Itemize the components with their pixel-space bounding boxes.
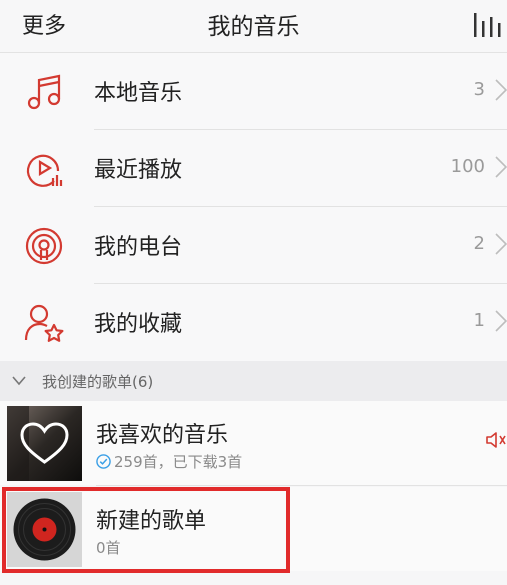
chevron-right-icon	[495, 79, 507, 101]
speaker-playing-icon	[486, 432, 506, 448]
recent-play-icon	[26, 154, 63, 187]
created-playlists-header[interactable]: 我创建的歌单(6)	[0, 361, 507, 401]
menu-item-label: 最近播放	[94, 158, 183, 183]
menu-item-recent-play[interactable]: 最近播放 100	[0, 130, 507, 207]
menu-item-label: 我的收藏	[94, 312, 183, 337]
menu-item-label: 我的电台	[94, 235, 183, 260]
chevron-right-icon	[495, 156, 507, 178]
chevron-right-icon	[495, 310, 507, 332]
divider	[96, 485, 507, 486]
highlight-box	[2, 487, 290, 573]
section-title: 我创建的歌单(6)	[42, 373, 154, 391]
menu-item-my-radio[interactable]: 我的电台 2	[0, 207, 507, 284]
menu-item-local-music[interactable]: 本地音乐 3	[0, 53, 507, 130]
playlist-name: 我喜欢的音乐	[96, 423, 229, 448]
menu-item-count: 100	[450, 156, 485, 177]
now-playing-bars-icon[interactable]	[472, 9, 506, 39]
menu-item-count: 3	[473, 79, 485, 100]
music-note-icon	[27, 74, 61, 110]
playlist-subtitle: 259首，已下载3首	[96, 451, 242, 472]
downloaded-check-icon	[96, 454, 111, 469]
playlist-track-info: 259首，已下载3首	[114, 453, 243, 471]
page-title: 我的音乐	[207, 14, 300, 40]
top-bar: 更多 我的音乐	[0, 0, 507, 53]
chevron-down-icon	[12, 376, 26, 386]
radio-podcast-icon	[25, 227, 63, 265]
menu-item-my-favorites[interactable]: 我的收藏 1	[0, 284, 507, 361]
my-music-menu: 本地音乐 3 最近播放 100 我的电台 2 我的收藏 1	[0, 53, 507, 361]
chevron-right-icon	[495, 233, 507, 255]
playlist-liked-music[interactable]: 我喜欢的音乐 259首，已下载3首	[0, 401, 507, 485]
heart-cover-icon	[7, 406, 82, 481]
menu-item-count: 2	[473, 233, 485, 254]
user-star-icon	[24, 304, 64, 342]
menu-item-label: 本地音乐	[94, 81, 183, 106]
menu-item-count: 1	[473, 310, 485, 331]
